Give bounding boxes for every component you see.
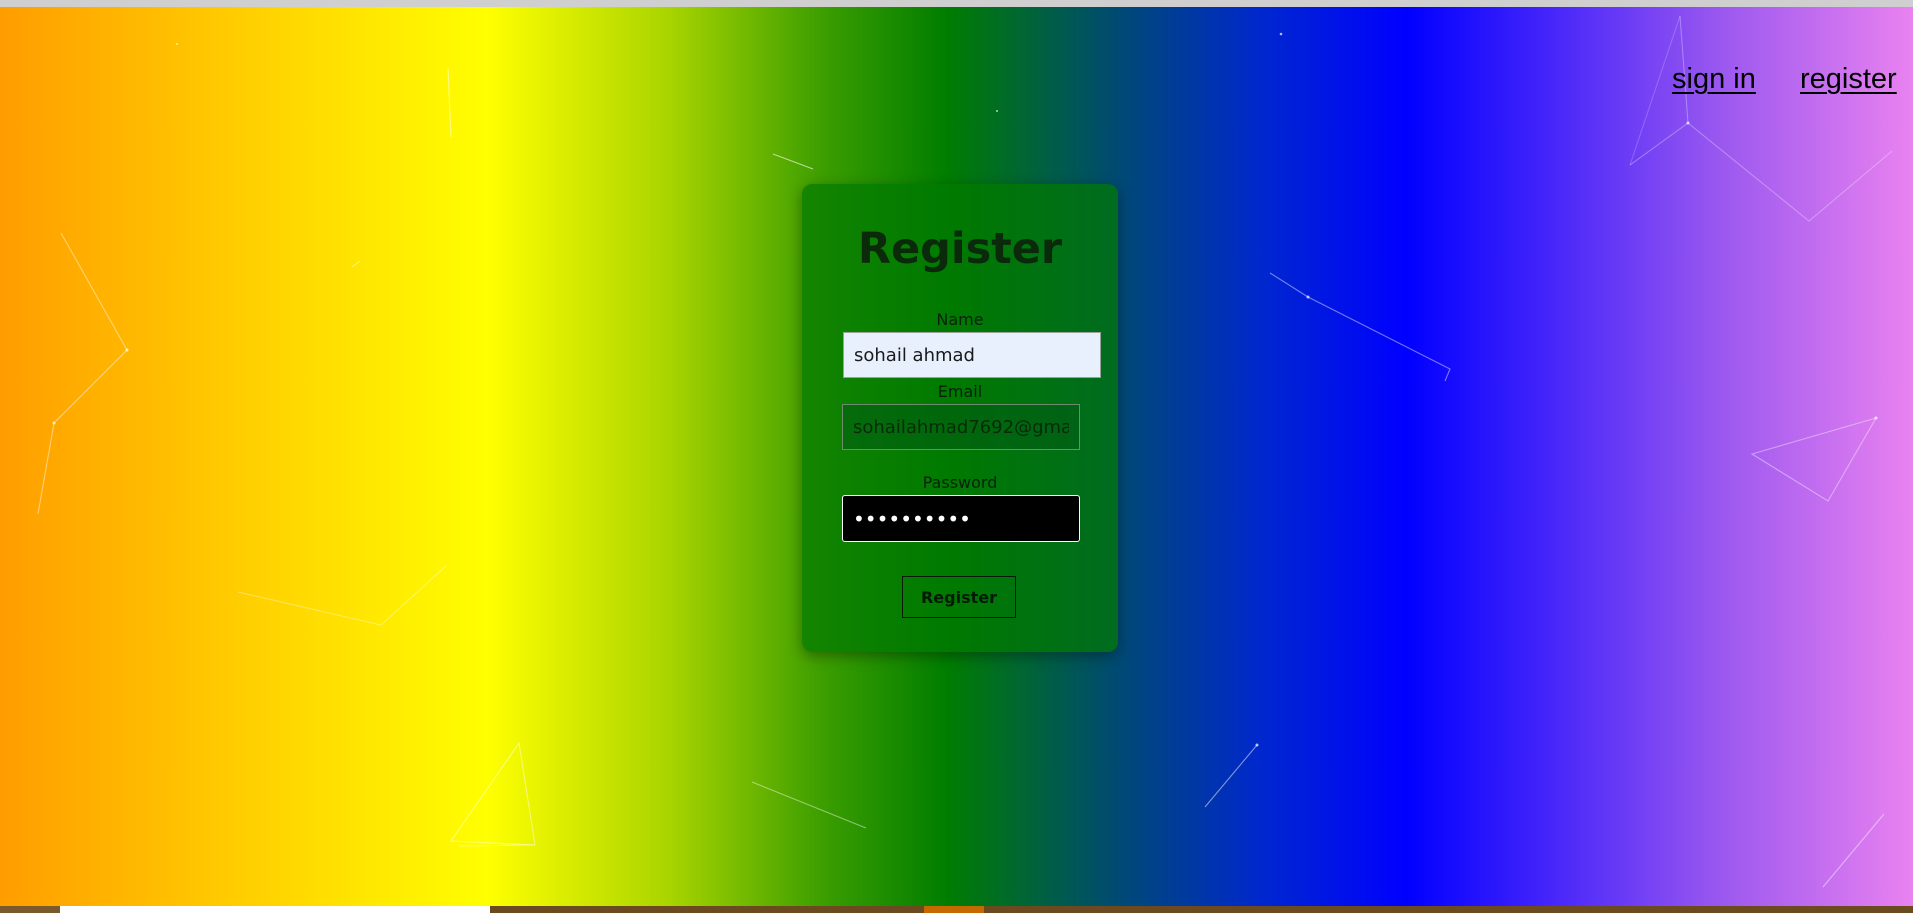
name-label: Name [936, 310, 984, 329]
email-label: Email [937, 382, 983, 401]
password-label: Password [922, 473, 998, 492]
particle-line [772, 153, 814, 170]
particle-dot [1279, 32, 1283, 36]
register-link[interactable]: register [1800, 65, 1897, 94]
particle-line [449, 741, 536, 846]
particle-line [351, 260, 361, 268]
particle-line [458, 844, 535, 847]
particle-line [1822, 813, 1885, 888]
particle-line [1204, 744, 1258, 808]
particle-line [37, 232, 128, 515]
particle-dot [1686, 121, 1690, 125]
particle-dot [1874, 416, 1878, 420]
particle-dot [176, 43, 178, 45]
particle-line [1269, 272, 1451, 382]
name-input[interactable] [843, 332, 1101, 378]
particle-line [1687, 122, 1893, 222]
password-input[interactable] [842, 495, 1080, 542]
particle-line [1750, 417, 1878, 502]
bottom-strip [0, 906, 1913, 913]
particle-dot [996, 110, 998, 112]
register-title: Register [857, 224, 1063, 274]
register-card: Register Name Email Password Register [802, 184, 1118, 652]
register-button[interactable]: Register [902, 576, 1016, 618]
bottom-strip-segment [60, 906, 490, 913]
bottom-strip-segment [924, 906, 984, 913]
bottom-strip-segment [0, 906, 60, 913]
sign-in-link[interactable]: sign in [1672, 65, 1756, 94]
particle-line [237, 564, 448, 626]
page: sign in register Register Name Email Pas… [0, 0, 1913, 913]
particle-line [447, 67, 452, 138]
particle-dot [125, 348, 129, 352]
particle-dot [52, 421, 56, 425]
email-input[interactable] [842, 404, 1080, 450]
particle-dot [1306, 295, 1310, 299]
gradient-background: sign in register Register Name Email Pas… [0, 7, 1913, 906]
particle-dot [1255, 743, 1259, 747]
particle-line [751, 781, 867, 829]
